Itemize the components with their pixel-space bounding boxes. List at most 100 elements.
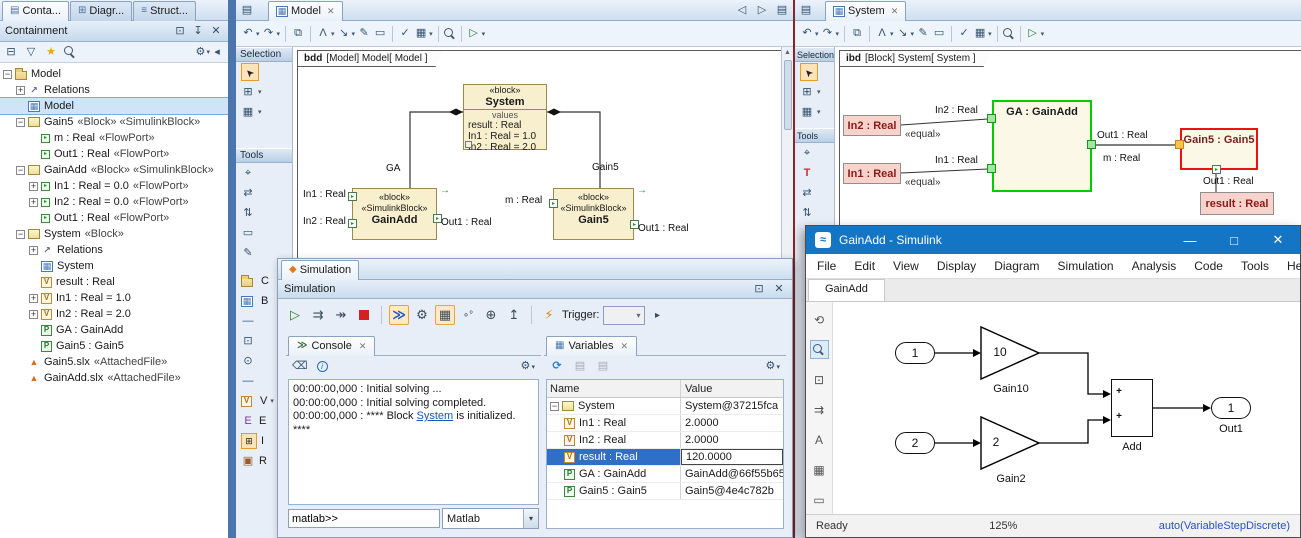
value-edit-cell[interactable]: 120.0000	[681, 449, 783, 465]
menu-display[interactable]: Display	[928, 259, 985, 273]
scrollbar-thumb[interactable]	[784, 60, 792, 130]
expand-toggle[interactable]	[29, 198, 38, 207]
ga-out1-port[interactable]	[1087, 140, 1096, 149]
gain5-m-port[interactable]	[549, 199, 558, 208]
close-tab-icon[interactable]: ✕	[891, 6, 899, 17]
tab-simulation[interactable]: ◆ Simulation	[281, 260, 359, 280]
menu-view[interactable]: View	[884, 259, 928, 273]
import-variables-icon[interactable]: ▤	[596, 360, 610, 374]
tab-variables[interactable]: ▦ Variables ✕	[546, 336, 637, 356]
float-icon[interactable]: ⊡	[752, 282, 766, 296]
undo-icon[interactable]: ↶	[241, 27, 255, 41]
tree-item-in1-port[interactable]: In1 : Real = 0.0«FlowPort»	[0, 178, 228, 194]
trigger-icon[interactable]: ⚡	[539, 305, 559, 325]
chevron-down-icon[interactable]: ▾	[523, 509, 538, 528]
gain5-m-port[interactable]	[1175, 140, 1184, 149]
gain5-out1-label[interactable]: Out1 : Real	[638, 223, 689, 234]
tree-item-in2-value[interactable]: In2 : Real = 2.0	[0, 306, 228, 322]
cursor-tool[interactable]: ➤	[241, 63, 259, 81]
settings-gear-icon[interactable]: ⚙	[193, 45, 207, 59]
grid-layout-icon[interactable]: ▦	[414, 27, 428, 41]
console-settings-caret-icon[interactable]: ▾	[531, 363, 535, 371]
tree-item-in1-value[interactable]: In1 : Real = 1.0	[0, 290, 228, 306]
annotation-icon[interactable]: A	[810, 430, 829, 449]
gainadd-in2-label[interactable]: In2 : Real	[303, 216, 346, 227]
redo-caret-icon[interactable]: ▾	[836, 30, 840, 38]
settings-gear-icon[interactable]: ⚙	[412, 305, 432, 325]
tree-item-gainadd-slx[interactable]: GainAdd.slx«AttachedFile»	[0, 370, 228, 386]
flip-tool[interactable]: ⇅	[236, 203, 292, 223]
tree-item-out1-port[interactable]: Out1 : Real«FlowPort»	[0, 210, 228, 226]
equal-connector-label[interactable]: «equal»	[905, 177, 941, 188]
note-icon[interactable]: ▭	[932, 27, 946, 41]
gain5-part[interactable]: Gain5 : Gain5	[1180, 128, 1258, 170]
collapse-toggle[interactable]	[16, 118, 25, 127]
dock-splitter[interactable]	[228, 0, 236, 538]
in1-flow-property[interactable]: In1 : Real	[843, 163, 901, 184]
menu-edit[interactable]: Edit	[845, 259, 884, 273]
variable-row-system[interactable]: System System@37215fca	[547, 398, 783, 415]
note-icon[interactable]: ▭	[373, 27, 387, 41]
scroll-up-icon[interactable]: ▲	[784, 49, 791, 56]
console-output[interactable]: 00:00:00,000 : Initial solving ... 00:00…	[288, 379, 539, 505]
close-tab-icon[interactable]: ✕	[621, 341, 629, 352]
gain5-role-label[interactable]: Gain5	[592, 162, 619, 173]
tree-item-result-value[interactable]: result : Real	[0, 274, 228, 290]
tree-item-gain5-block[interactable]: Gain5«Block» «SimulinkBlock»	[0, 114, 228, 130]
window-list-icon[interactable]: ▤	[799, 4, 813, 18]
gain5-out1-label[interactable]: Out1 : Real	[1203, 176, 1254, 187]
run-caret-icon[interactable]: ▾	[1041, 30, 1045, 38]
signal-routing-icon[interactable]: ⇉	[810, 400, 829, 419]
diagram-list-icon[interactable]: ▤	[775, 4, 789, 18]
export-icon[interactable]: ↥	[504, 305, 524, 325]
dependencies-caret-icon[interactable]: ▾	[352, 30, 356, 38]
connector-m-label[interactable]: m : Real	[1103, 153, 1140, 164]
ga-in2-port[interactable]	[987, 114, 996, 123]
info-icon[interactable]	[317, 361, 328, 372]
inport-1-block[interactable]: 1	[895, 342, 935, 364]
close-tab-icon[interactable]: ✕	[359, 341, 367, 352]
zoom-tool-icon[interactable]	[810, 340, 829, 359]
tree-item-model-diagram[interactable]: Model	[0, 98, 228, 114]
tree-item-gainadd-block[interactable]: GainAdd«Block» «SimulinkBlock»	[0, 162, 228, 178]
gain5-block[interactable]: «block» «SimulinkBlock» Gain5	[553, 188, 634, 240]
close-button[interactable]: ✕	[1256, 226, 1300, 254]
expand-toggle[interactable]	[29, 294, 38, 303]
ga-in1-port[interactable]	[987, 164, 996, 173]
expand-toggle[interactable]	[29, 246, 38, 255]
collapse-all-icon[interactable]: ⊟	[4, 45, 18, 59]
trigger-select[interactable]: ▾	[603, 306, 645, 325]
stop-icon[interactable]	[354, 305, 374, 325]
menu-simulation[interactable]: Simulation	[1049, 259, 1123, 273]
sticky-selection-tool[interactable]: ⊞▾	[236, 82, 292, 102]
step-over-icon[interactable]: ↠	[331, 305, 351, 325]
zoom-icon[interactable]	[444, 28, 456, 40]
undo-icon[interactable]: ↶	[800, 27, 814, 41]
save-image-icon[interactable]: ⧉	[850, 27, 864, 41]
next-diagram-icon[interactable]: ▷	[755, 4, 769, 18]
close-icon[interactable]: ✕	[209, 24, 223, 38]
more-icon[interactable]: ▸	[648, 305, 668, 325]
equal-connector-label[interactable]: «equal»	[905, 129, 941, 140]
fit-view-icon[interactable]: ⊡	[810, 370, 829, 389]
collapse-toggle[interactable]	[16, 166, 25, 175]
undo-caret-icon[interactable]: ▾	[815, 30, 819, 38]
back-icon[interactable]: ⟲	[810, 310, 829, 329]
ga-in2-port-label[interactable]: In2 : Real	[935, 105, 978, 116]
tree-item-relations[interactable]: Relations	[0, 82, 228, 98]
sample-time-icon[interactable]: ▦	[810, 460, 829, 479]
clear-console-icon[interactable]: ⌫	[292, 360, 308, 374]
gainadd-in1-port[interactable]	[348, 192, 357, 201]
variables-settings-icon[interactable]: ⚙	[763, 360, 777, 374]
gain2-label[interactable]: Gain2	[976, 473, 1046, 485]
autohide-pin-icon[interactable]: ↧	[191, 24, 205, 38]
collapse-panel-icon[interactable]: ◂	[210, 45, 224, 59]
close-icon[interactable]: ✕	[772, 282, 786, 296]
collapse-toggle[interactable]	[3, 70, 12, 79]
inport-2-block[interactable]: 2	[895, 432, 935, 454]
maximize-button[interactable]: □	[1212, 226, 1256, 254]
console-settings-icon[interactable]: ⚙	[518, 360, 532, 374]
tab-model-diagram[interactable]: Model ✕	[268, 1, 343, 21]
variable-row-ga[interactable]: GA : GainAdd GainAdd@66f55b65	[547, 466, 783, 483]
fast-forward-icon[interactable]: ≫	[389, 305, 409, 325]
